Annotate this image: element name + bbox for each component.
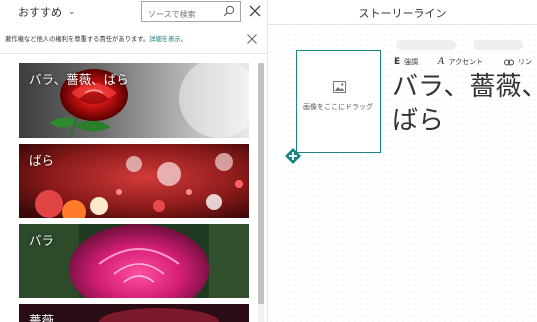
emphasis-icon: E — [394, 57, 401, 67]
search-box[interactable] — [141, 1, 241, 24]
toolbar-placeholder — [473, 40, 523, 50]
image-card[interactable]: 薔薇 — [19, 304, 249, 322]
image-icon — [333, 81, 346, 93]
search-input[interactable] — [142, 5, 222, 24]
drop-zone-text: 画像をここにドラッグ — [303, 103, 373, 111]
image-card[interactable]: バラ、薔薇、ばら — [19, 63, 249, 138]
card-label: バラ、薔薇、ばら — [29, 72, 129, 87]
image-card[interactable]: バラ — [19, 224, 249, 298]
close-icon[interactable] — [246, 33, 258, 45]
search-icon[interactable] — [223, 5, 235, 17]
image-card[interactable]: ばら — [19, 144, 249, 218]
notice-text: 著作権など他人の権利を尊重する責任があります。 — [5, 36, 150, 43]
accent-icon: A — [438, 57, 445, 67]
media-panel: おすすめ ⌄ 著作権など他人の権利を尊重する責任があります。詳細を表示。 — [0, 0, 268, 322]
close-panel-icon[interactable] — [248, 4, 262, 18]
emphasis-button[interactable]: E 強調 — [394, 57, 418, 67]
filter-label: おすすめ — [18, 6, 62, 19]
card-label: バラ — [29, 233, 55, 248]
emphasis-label: 強調 — [404, 58, 419, 66]
chevron-down-icon: ⌄ — [68, 7, 76, 17]
accent-label: アクセント — [448, 58, 484, 66]
storyline-title: ストーリーライン — [358, 7, 447, 20]
storyline-panel: ストーリーライン 画像をここにドラッグ E 強調 A アクセント リン バラ、薔… — [268, 0, 537, 322]
recommended-filter-dropdown[interactable]: おすすめ ⌄ — [18, 4, 76, 20]
link-button[interactable]: リン — [504, 57, 532, 67]
notice-details-link[interactable]: 詳細を表示。 — [149, 36, 187, 43]
story-heading[interactable]: バラ、薔薇、ばら — [392, 70, 537, 138]
accent-button[interactable]: A アクセント — [438, 57, 483, 67]
card-label: 薔薇 — [29, 313, 55, 322]
link-label: リン — [518, 58, 532, 66]
card-label: ばら — [29, 153, 55, 168]
media-panel-header: おすすめ ⌄ — [0, 0, 268, 24]
toolbar-placeholder — [396, 40, 456, 50]
copyright-notice: 著作権など他人の権利を尊重する責任があります。詳細を表示。 — [0, 24, 268, 54]
scrollbar-thumb[interactable] — [258, 63, 264, 304]
link-icon — [504, 59, 514, 65]
add-card-icon[interactable] — [285, 148, 301, 164]
image-drop-zone[interactable]: 画像をここにドラッグ — [296, 50, 381, 153]
